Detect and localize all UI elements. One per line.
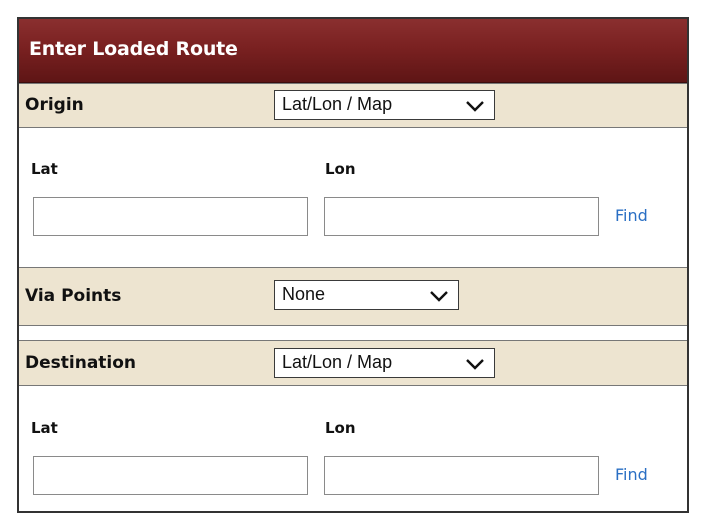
origin-find-link[interactable]: Find — [615, 206, 648, 225]
panel-title: Enter Loaded Route — [29, 38, 238, 60]
origin-lon-label: Lon — [325, 160, 356, 178]
origin-lon-input[interactable] — [324, 197, 599, 236]
destination-lon-input[interactable] — [324, 456, 599, 495]
via-points-value: None — [282, 284, 326, 304]
destination-label: Destination — [25, 353, 137, 373]
via-points-select[interactable]: None — [274, 280, 459, 310]
origin-lat-input[interactable] — [33, 197, 308, 236]
chevron-down-icon — [466, 359, 484, 370]
destination-lon-label: Lon — [325, 419, 356, 437]
destination-mode-select[interactable]: Lat/Lon / Map — [274, 348, 495, 378]
destination-row: Destination Lat/Lon / Map — [19, 340, 687, 386]
origin-mode-value: Lat/Lon / Map — [282, 94, 393, 114]
destination-lat-input[interactable] — [33, 456, 308, 495]
origin-mode-select[interactable]: Lat/Lon / Map — [274, 90, 495, 120]
chevron-down-icon — [430, 291, 448, 302]
origin-lat-label: Lat — [31, 160, 58, 178]
origin-row: Origin Lat/Lon / Map — [19, 83, 687, 128]
destination-mode-value: Lat/Lon / Map — [282, 352, 393, 372]
via-points-row: Via Points None — [19, 267, 687, 326]
origin-label: Origin — [25, 95, 84, 115]
destination-find-link[interactable]: Find — [615, 465, 648, 484]
via-points-label: Via Points — [25, 286, 122, 306]
panel-header: Enter Loaded Route — [19, 19, 687, 83]
enter-loaded-route-panel: Enter Loaded Route Origin Lat/Lon / Map … — [17, 17, 689, 513]
chevron-down-icon — [466, 101, 484, 112]
destination-lat-label: Lat — [31, 419, 58, 437]
